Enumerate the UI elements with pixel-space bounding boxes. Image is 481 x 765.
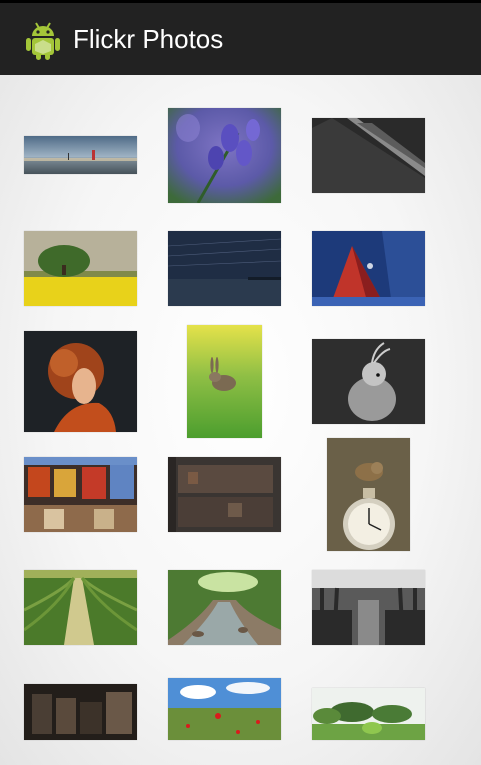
photo-cockatiel-bw[interactable]: [312, 339, 425, 424]
photo-rusty-panels[interactable]: [168, 457, 281, 532]
photo-rabbit-grass[interactable]: [187, 325, 262, 438]
android-robot-icon[interactable]: [24, 19, 62, 61]
photo-tea-field-rows[interactable]: [24, 570, 137, 645]
photo-dark-warehouse[interactable]: [24, 684, 137, 740]
action-bar: Flickr Photos: [0, 3, 481, 75]
photo-star-trails-sea[interactable]: [168, 231, 281, 306]
photo-redhead-portrait[interactable]: [24, 331, 137, 432]
photo-train-interior-bw[interactable]: [312, 570, 425, 645]
photo-grid: [0, 75, 481, 765]
photo-rapeseed-field-tree[interactable]: [24, 231, 137, 306]
photo-bird-on-clock[interactable]: [327, 438, 410, 551]
app-title: Flickr Photos: [73, 24, 224, 54]
photo-tent-night-forest[interactable]: [312, 231, 425, 306]
photo-arcade-machines[interactable]: [24, 457, 137, 532]
photo-garden-hedges[interactable]: [312, 688, 425, 740]
photo-forest-stream[interactable]: [168, 570, 281, 645]
photo-bluebells[interactable]: [168, 108, 281, 203]
photo-poppy-field-sky[interactable]: [168, 678, 281, 740]
photo-harbor-sunset[interactable]: [24, 136, 137, 174]
photo-dark-rail-track[interactable]: [312, 118, 425, 193]
